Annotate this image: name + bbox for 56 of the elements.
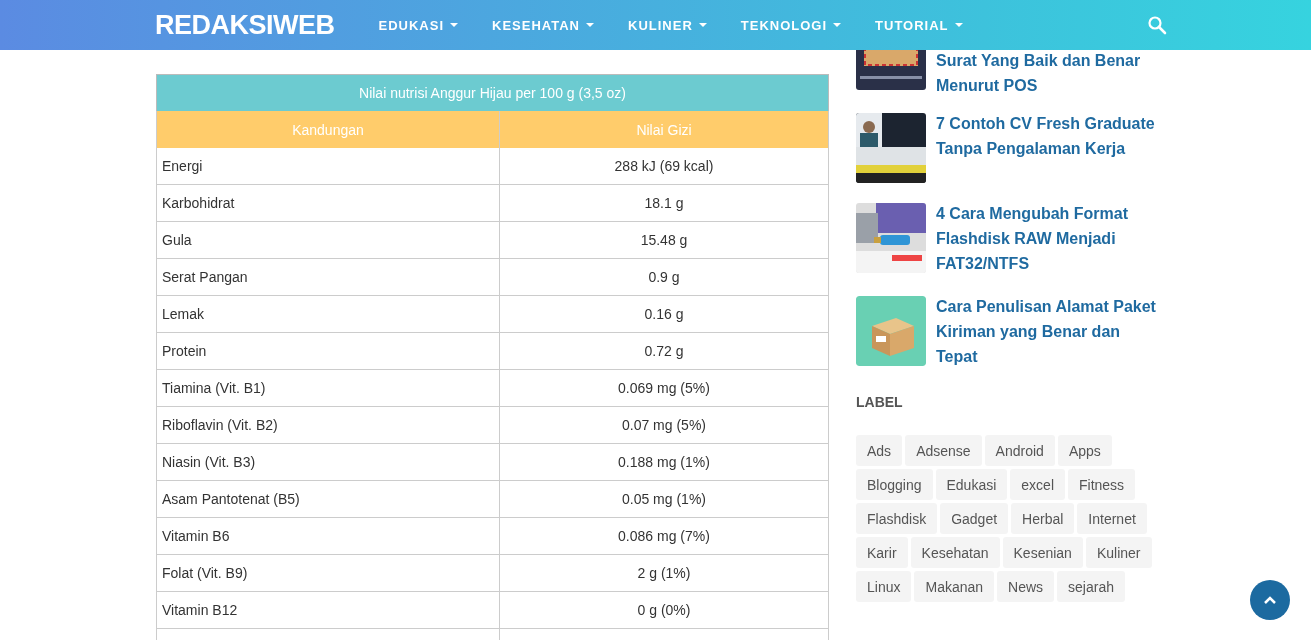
label-tag[interactable]: Kesehatan <box>910 537 1000 568</box>
table-cell: 15.48 g <box>499 222 829 259</box>
table-cell: 0.069 mg (5%) <box>499 370 829 407</box>
table-cell: Serat Pangan <box>156 259 499 296</box>
table-cell: Asam Pantotenat (B5) <box>156 481 499 518</box>
table-cell: Folat (Vit. B9) <box>156 555 499 592</box>
label-tag[interactable]: Linux <box>856 571 912 602</box>
label-tag[interactable]: News <box>997 571 1055 602</box>
table-cell: Protein <box>156 333 499 370</box>
table-caption: Nilai nutrisi Anggur Hijau per 100 g (3,5 oz) <box>156 74 829 111</box>
label-tag[interactable]: Karir <box>856 537 908 568</box>
table-cell: 0.188 mg (1%) <box>499 444 829 481</box>
table-cell: 0.9 g <box>499 259 829 296</box>
table-cell: Lemak <box>156 296 499 333</box>
table-cell: Tiamina (Vit. B1) <box>156 370 499 407</box>
label-tag[interactable]: Blogging <box>856 469 933 500</box>
label-tag[interactable]: Fitness <box>1068 469 1136 500</box>
table-cell: 0.07 mg (5%) <box>499 407 829 444</box>
label-tag[interactable]: Flashdisk <box>856 503 938 534</box>
table-cell: Karbohidrat <box>156 185 499 222</box>
table-cell: 18.1 g <box>499 185 829 222</box>
table-cell: 2 g (1%) <box>499 555 829 592</box>
table-cell: Niasin (Vit. B3) <box>156 444 499 481</box>
label-tag[interactable]: excel <box>1010 469 1065 500</box>
table-cell: Vitamin B12 <box>156 592 499 629</box>
label-tag[interactable]: Android <box>984 435 1055 466</box>
post-link[interactable]: 7 Contoh CV Fresh Graduate Tanpa Pengalaman Kerja <box>936 111 1156 183</box>
post-link[interactable]: Surat Yang Baik dan Benar Menurut POS <box>936 48 1156 98</box>
post-link[interactable]: 4 Cara Mengubah Format Flashdisk RAW Menjadi FAT32/NTFS <box>936 201 1156 276</box>
table-cell: 0 g (0%) <box>499 592 829 629</box>
column-header: Nilai Gizi <box>499 111 829 148</box>
table-cell: 0.16 g <box>499 296 829 333</box>
label-tag[interactable]: Kuliner <box>1085 537 1152 568</box>
chevron-up-icon <box>1263 595 1277 605</box>
section-heading: LABEL <box>856 394 904 410</box>
table-cell: Energi <box>156 148 499 185</box>
table-cell: 0.05 mg (1%) <box>499 481 829 518</box>
label-tag[interactable]: Makanan <box>914 571 995 602</box>
table-cell: 0.72 g <box>499 333 829 370</box>
table-cell: Riboflavin (Vit. B2) <box>156 407 499 444</box>
label-tag[interactable]: Gadget <box>940 503 1009 534</box>
column-header: Kandungan <box>156 111 499 148</box>
label-tag[interactable]: Edukasi <box>935 469 1008 500</box>
back-to-top-button[interactable] <box>1250 580 1290 620</box>
table-cell: Vitamin B6 <box>156 518 499 555</box>
post-link[interactable]: Cara Penulisan Alamat Paket Kiriman yang Benar dan Tepat <box>936 294 1156 369</box>
label-tag[interactable]: Herbal <box>1011 503 1075 534</box>
label-tag[interactable]: Ads <box>856 435 903 466</box>
table-cell: Gula <box>156 222 499 259</box>
label-tag[interactable]: sejarah <box>1057 571 1125 602</box>
label-tag[interactable]: Apps <box>1057 435 1112 466</box>
table-cell: 288 kJ (69 kcal) <box>499 148 829 185</box>
table-cell: 0.086 mg (7%) <box>499 518 829 555</box>
label-tag[interactable]: Kesenian <box>1002 537 1083 568</box>
label-tag[interactable]: Adsense <box>905 435 982 466</box>
label-tag[interactable]: Internet <box>1077 503 1147 534</box>
